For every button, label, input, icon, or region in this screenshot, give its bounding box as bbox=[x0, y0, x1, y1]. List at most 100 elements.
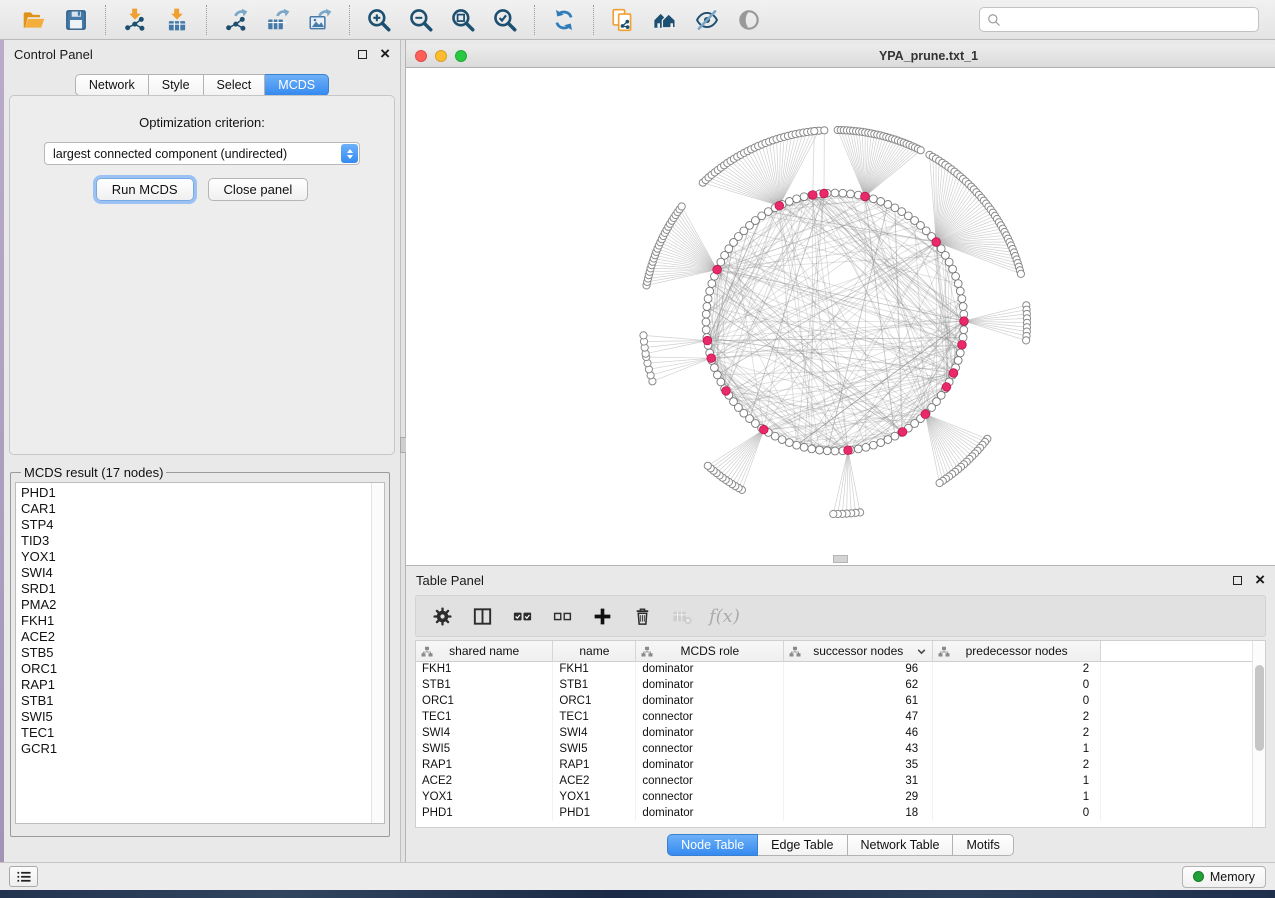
network-canvas[interactable] bbox=[406, 68, 1275, 565]
network-node[interactable] bbox=[714, 371, 722, 379]
network-hub-node[interactable] bbox=[722, 387, 731, 396]
network-graph[interactable] bbox=[406, 68, 1275, 565]
network-leaf-node[interactable] bbox=[640, 332, 647, 339]
network-leaf-node[interactable] bbox=[936, 479, 943, 486]
network-node[interactable] bbox=[702, 326, 710, 334]
network-node[interactable] bbox=[785, 198, 793, 206]
save-session-button[interactable] bbox=[59, 4, 93, 36]
network-node[interactable] bbox=[702, 318, 710, 326]
network-node[interactable] bbox=[854, 445, 862, 453]
delete-button[interactable] bbox=[627, 601, 657, 631]
gear-button[interactable] bbox=[427, 601, 457, 631]
table-scrollbar-thumb[interactable] bbox=[1255, 665, 1264, 751]
deselect-all-button[interactable] bbox=[547, 601, 577, 631]
network-node[interactable] bbox=[952, 272, 960, 280]
mcds-result-item[interactable]: GCR1 bbox=[21, 741, 371, 757]
network-hub-node[interactable] bbox=[707, 354, 716, 363]
export-image-button[interactable] bbox=[303, 4, 337, 36]
criterion-select[interactable]: largest connected component (undirected) bbox=[44, 142, 360, 165]
mcds-result-item[interactable]: ACE2 bbox=[21, 629, 371, 645]
network-node[interactable] bbox=[884, 436, 892, 444]
network-hub-node[interactable] bbox=[921, 410, 930, 419]
table-row[interactable]: SWI4SWI4dominator462 bbox=[416, 725, 1265, 741]
close-panel-icon[interactable]: × bbox=[380, 49, 390, 59]
table-tab-node-table[interactable]: Node Table bbox=[667, 834, 758, 856]
column-header-successor-nodes[interactable]: successor nodes bbox=[784, 641, 933, 661]
network-leaf-node[interactable] bbox=[821, 127, 828, 134]
mcds-result-item[interactable]: ORC1 bbox=[21, 661, 371, 677]
close-window-traffic-light[interactable] bbox=[415, 50, 427, 62]
network-node[interactable] bbox=[954, 357, 962, 365]
network-node[interactable] bbox=[956, 287, 964, 295]
network-leaf-node[interactable] bbox=[1017, 270, 1024, 277]
network-node[interactable] bbox=[800, 193, 808, 201]
network-node[interactable] bbox=[702, 310, 710, 318]
table-tab-network-table[interactable]: Network Table bbox=[848, 834, 954, 856]
network-hub-node[interactable] bbox=[844, 446, 853, 455]
mcds-result-item[interactable]: STB1 bbox=[21, 693, 371, 709]
network-node[interactable] bbox=[793, 441, 801, 449]
mcds-list-scrollbar[interactable] bbox=[371, 483, 384, 823]
network-node[interactable] bbox=[870, 195, 878, 203]
network-node[interactable] bbox=[839, 189, 847, 197]
mcds-result-item[interactable]: RAP1 bbox=[21, 677, 371, 693]
network-leaf-node[interactable] bbox=[678, 203, 685, 210]
float-table-panel-icon[interactable] bbox=[1233, 576, 1242, 585]
network-node[interactable] bbox=[959, 334, 967, 342]
network-node[interactable] bbox=[823, 447, 831, 455]
network-hub-node[interactable] bbox=[713, 265, 722, 274]
tab-style[interactable]: Style bbox=[149, 74, 204, 96]
mcds-result-item[interactable]: CAR1 bbox=[21, 501, 371, 517]
mcds-result-item[interactable]: TEC1 bbox=[21, 725, 371, 741]
network-node[interactable] bbox=[704, 295, 712, 303]
mcds-result-item[interactable]: SRD1 bbox=[21, 581, 371, 597]
network-hub-node[interactable] bbox=[932, 238, 941, 247]
float-panel-icon[interactable] bbox=[358, 50, 367, 59]
network-node[interactable] bbox=[960, 326, 968, 334]
column-header-mcds-role[interactable]: MCDS role bbox=[636, 641, 784, 661]
mcds-result-item[interactable]: SWI4 bbox=[21, 565, 371, 581]
search-box[interactable] bbox=[979, 7, 1259, 32]
network-hub-node[interactable] bbox=[942, 383, 951, 392]
network-node[interactable] bbox=[877, 439, 885, 447]
destroy-table-button[interactable] bbox=[667, 601, 697, 631]
network-hub-node[interactable] bbox=[958, 341, 967, 350]
network-node[interactable] bbox=[831, 189, 839, 197]
column-header-name[interactable]: name bbox=[553, 641, 636, 661]
search-input[interactable] bbox=[1006, 13, 1251, 27]
network-node[interactable] bbox=[816, 446, 824, 454]
select-all-button[interactable] bbox=[507, 601, 537, 631]
tab-network[interactable]: Network bbox=[75, 74, 149, 96]
network-hub-node[interactable] bbox=[703, 336, 712, 345]
network-leaf-node[interactable] bbox=[830, 510, 837, 517]
zoom-in-button[interactable] bbox=[362, 4, 396, 36]
network-hub-node[interactable] bbox=[960, 317, 969, 326]
table-row[interactable]: TEC1TEC1connector472 bbox=[416, 709, 1265, 725]
network-node[interactable] bbox=[703, 303, 711, 311]
minimize-window-traffic-light[interactable] bbox=[435, 50, 447, 62]
network-node[interactable] bbox=[808, 445, 816, 453]
table-tab-edge-table[interactable]: Edge Table bbox=[758, 834, 847, 856]
network-node[interactable] bbox=[800, 443, 808, 451]
mcds-result-item[interactable]: FKH1 bbox=[21, 613, 371, 629]
network-from-selection-button[interactable] bbox=[606, 4, 640, 36]
network-leaf-node[interactable] bbox=[1023, 337, 1030, 344]
network-node[interactable] bbox=[949, 265, 957, 273]
hide-graphics-details-button[interactable] bbox=[690, 4, 724, 36]
network-node[interactable] bbox=[793, 195, 801, 203]
close-table-panel-icon[interactable]: × bbox=[1255, 575, 1265, 585]
mcds-result-item[interactable]: STB5 bbox=[21, 645, 371, 661]
network-node[interactable] bbox=[870, 441, 878, 449]
network-window-titlebar[interactable]: YPA_prune.txt_1 bbox=[406, 45, 1275, 68]
network-hub-node[interactable] bbox=[760, 425, 769, 434]
table-row[interactable]: YOX1YOX1connector291 bbox=[416, 789, 1265, 805]
network-hub-node[interactable] bbox=[949, 369, 958, 378]
network-node[interactable] bbox=[847, 190, 855, 198]
memory-button[interactable]: Memory bbox=[1182, 866, 1266, 888]
network-hub-node[interactable] bbox=[861, 192, 870, 201]
table-row[interactable]: ACE2ACE2connector311 bbox=[416, 773, 1265, 789]
network-leaf-node[interactable] bbox=[811, 128, 818, 135]
tab-mcds[interactable]: MCDS bbox=[265, 74, 329, 96]
import-table-button[interactable] bbox=[160, 4, 194, 36]
network-node[interactable] bbox=[706, 287, 714, 295]
